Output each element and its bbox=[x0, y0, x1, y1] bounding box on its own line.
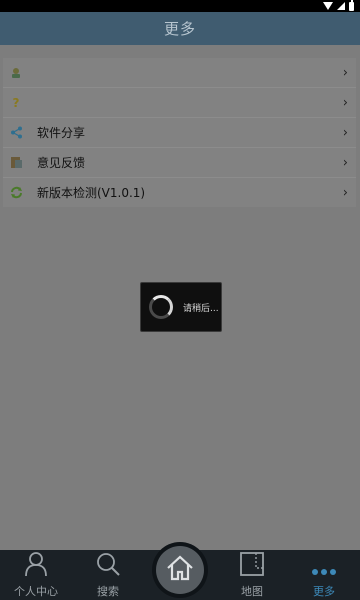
user-icon bbox=[9, 66, 23, 80]
tab-label: 个人中心 bbox=[14, 585, 58, 598]
menu-item-update[interactable]: 新版本检测(V1.0.1) › bbox=[3, 178, 356, 207]
tab-label: 更多 bbox=[313, 585, 335, 598]
chevron-right-icon: › bbox=[342, 185, 348, 200]
share-icon bbox=[9, 126, 23, 140]
help-icon: ? bbox=[12, 95, 20, 110]
menu-item-label: 意见反馈 bbox=[37, 156, 86, 170]
tab-more[interactable]: 更多 bbox=[288, 550, 360, 600]
loading-dialog: 请稍后... bbox=[140, 282, 222, 332]
more-icon bbox=[311, 567, 337, 580]
search-icon bbox=[95, 551, 121, 580]
chevron-right-icon: › bbox=[342, 125, 348, 140]
status-bar bbox=[0, 0, 360, 12]
menu-item-user[interactable]: › bbox=[3, 58, 356, 88]
battery-icon bbox=[349, 0, 354, 11]
home-icon bbox=[165, 554, 195, 586]
signal-icon bbox=[337, 2, 345, 10]
status-icons bbox=[323, 0, 354, 12]
menu-list: › ? › 软件分享 › 意见反馈 › 新版本检测(V1.0.1) › bbox=[3, 58, 356, 207]
tab-label: 地图 bbox=[241, 585, 263, 598]
menu-item-feedback[interactable]: 意见反馈 › bbox=[3, 148, 356, 178]
chevron-right-icon: › bbox=[342, 95, 348, 110]
loading-text: 请稍后... bbox=[183, 303, 219, 314]
update-icon bbox=[9, 186, 23, 200]
wifi-icon bbox=[323, 2, 333, 10]
chevron-right-icon: › bbox=[342, 155, 348, 170]
person-icon bbox=[23, 551, 49, 580]
tab-search[interactable]: 搜索 bbox=[72, 550, 144, 600]
loading-spinner-icon bbox=[149, 295, 173, 319]
chevron-right-icon: › bbox=[342, 65, 348, 80]
page-title: 更多 bbox=[163, 20, 196, 38]
title-bar: 更多 bbox=[0, 12, 360, 45]
home-button[interactable] bbox=[156, 546, 204, 594]
map-icon bbox=[239, 551, 265, 580]
menu-item-label: 新版本检测(V1.0.1) bbox=[37, 186, 146, 200]
menu-item-label: 软件分享 bbox=[37, 126, 86, 140]
tab-personal-center[interactable]: 个人中心 bbox=[0, 550, 72, 600]
tab-label: 搜索 bbox=[97, 585, 119, 598]
menu-item-help[interactable]: ? › bbox=[3, 88, 356, 118]
menu-item-share[interactable]: 软件分享 › bbox=[3, 118, 356, 148]
tab-map[interactable]: 地图 bbox=[216, 550, 288, 600]
feedback-icon bbox=[9, 156, 23, 170]
